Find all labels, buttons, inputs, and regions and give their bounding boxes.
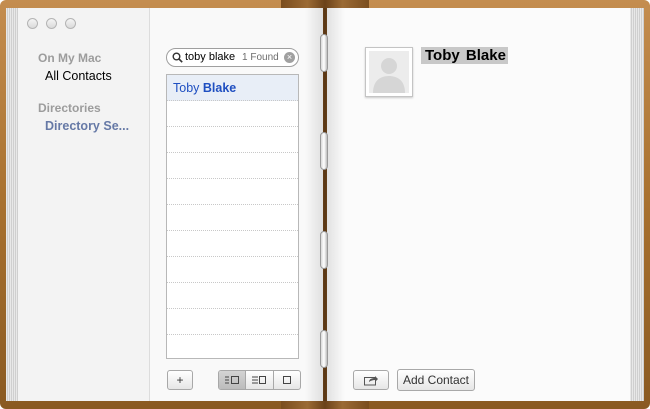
contact-name-heading[interactable]: Toby Blake — [421, 47, 508, 64]
list-item — [167, 205, 298, 231]
share-icon — [364, 376, 378, 386]
detail-last-name: Blake — [465, 47, 506, 64]
binder-ring — [320, 34, 328, 72]
view-list-button[interactable] — [246, 371, 274, 389]
list-item — [167, 309, 298, 335]
add-contact-button[interactable]: Add Contact — [397, 369, 475, 391]
zoom-window-button[interactable] — [65, 18, 76, 29]
view-list-icon — [252, 376, 267, 384]
sidebar-item-all-contacts[interactable]: All Contacts — [45, 69, 112, 83]
list-item[interactable]: Toby Blake — [167, 75, 298, 101]
avatar[interactable] — [365, 47, 413, 97]
list-item — [167, 283, 298, 309]
sidebar — [18, 8, 150, 401]
contact-last-name: Blake — [202, 81, 237, 95]
list-item — [167, 257, 298, 283]
sidebar-item-directory-services[interactable]: Directory Se... — [45, 119, 140, 133]
minimize-window-button[interactable] — [46, 18, 57, 29]
share-button[interactable] — [353, 370, 389, 390]
view-card-button[interactable] — [274, 371, 300, 389]
add-button[interactable]: + — [167, 370, 193, 390]
person-placeholder-icon — [373, 58, 405, 93]
sidebar-header-directories: Directories — [38, 101, 101, 115]
list-item — [167, 153, 298, 179]
binder-ring — [320, 231, 328, 269]
search-result-count: 1 Found — [242, 52, 279, 63]
contacts-list: Toby Blake — [166, 74, 299, 359]
detail-first-name: Toby — [423, 47, 462, 64]
search-query: toby blake — [185, 51, 236, 63]
view-card-list-icon — [225, 376, 240, 384]
sidebar-header-on-my-mac: On My Mac — [38, 51, 102, 65]
list-item — [167, 179, 298, 205]
right-page-edge — [630, 8, 644, 401]
clear-icon[interactable]: × — [284, 52, 295, 63]
view-card-list-button[interactable] — [219, 371, 247, 389]
view-card-icon — [282, 376, 291, 384]
close-window-button[interactable] — [27, 18, 38, 29]
list-item — [167, 231, 298, 257]
binder-ring — [320, 132, 328, 170]
view-mode-segmented-control — [218, 370, 301, 390]
binder-ring — [320, 330, 328, 368]
list-item — [167, 101, 298, 127]
search-icon — [172, 52, 183, 63]
list-item — [167, 127, 298, 153]
search-field[interactable]: toby blake 1 Found × — [166, 48, 299, 67]
contact-first-name: Toby — [173, 81, 200, 95]
